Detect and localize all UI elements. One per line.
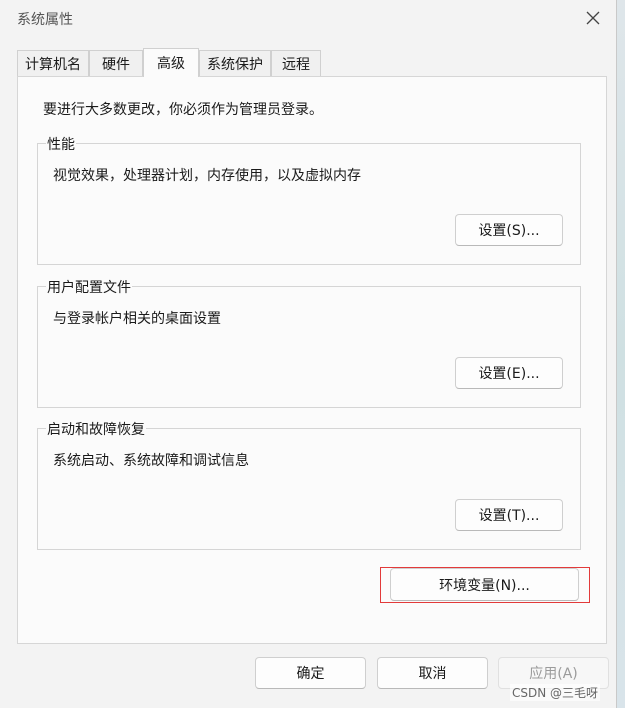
tab-system-protection[interactable]: 系统保护	[199, 50, 271, 76]
environment-variables-button[interactable]: 环境变量(N)...	[390, 568, 579, 601]
tab-label: 硬件	[102, 56, 130, 73]
admin-notice: 要进行大多数更改，你必须作为管理员登录。	[43, 102, 323, 118]
close-icon	[586, 11, 600, 25]
ok-button[interactable]: 确定	[255, 657, 366, 689]
group-description: 系统启动、系统故障和调试信息	[53, 453, 249, 469]
title-bar: 系统属性	[0, 0, 616, 38]
tab-advanced[interactable]: 高级	[143, 48, 199, 77]
tab-computer-name[interactable]: 计算机名	[17, 50, 89, 76]
startup-recovery-settings-button[interactable]: 设置(T)...	[455, 499, 563, 531]
close-button[interactable]	[578, 4, 608, 32]
group-title: 用户配置文件	[46, 277, 132, 297]
tab-hardware[interactable]: 硬件	[89, 50, 143, 76]
tab-label: 计算机名	[25, 56, 81, 73]
group-title: 启动和故障恢复	[46, 419, 146, 439]
watermark: CSDN @三毛呀	[510, 684, 601, 701]
advanced-panel: 要进行大多数更改，你必须作为管理员登录。 性能 视觉效果，处理器计划，内存使用，…	[17, 76, 607, 644]
performance-settings-button[interactable]: 设置(S)...	[455, 214, 563, 246]
tab-label: 高级	[157, 56, 185, 72]
cancel-button[interactable]: 取消	[377, 657, 488, 689]
user-profiles-settings-button[interactable]: 设置(E)...	[455, 357, 563, 389]
tab-label: 系统保护	[207, 56, 263, 73]
tab-remote[interactable]: 远程	[271, 50, 321, 76]
user-profiles-group: 用户配置文件 与登录帐户相关的桌面设置 设置(E)...	[37, 277, 581, 408]
system-properties-window: 系统属性 计算机名 硬件 高级 系统保护 远程 要进行大多数更改，你必须作为管理…	[0, 0, 617, 708]
startup-recovery-group: 启动和故障恢复 系统启动、系统故障和调试信息 设置(T)...	[37, 419, 581, 550]
tab-label: 远程	[282, 56, 310, 73]
performance-group: 性能 视觉效果，处理器计划，内存使用，以及虚拟内存 设置(S)...	[37, 134, 581, 265]
window-title: 系统属性	[17, 12, 73, 28]
group-title: 性能	[46, 134, 76, 154]
group-description: 与登录帐户相关的桌面设置	[53, 311, 221, 327]
group-description: 视觉效果，处理器计划，内存使用，以及虚拟内存	[53, 168, 361, 184]
